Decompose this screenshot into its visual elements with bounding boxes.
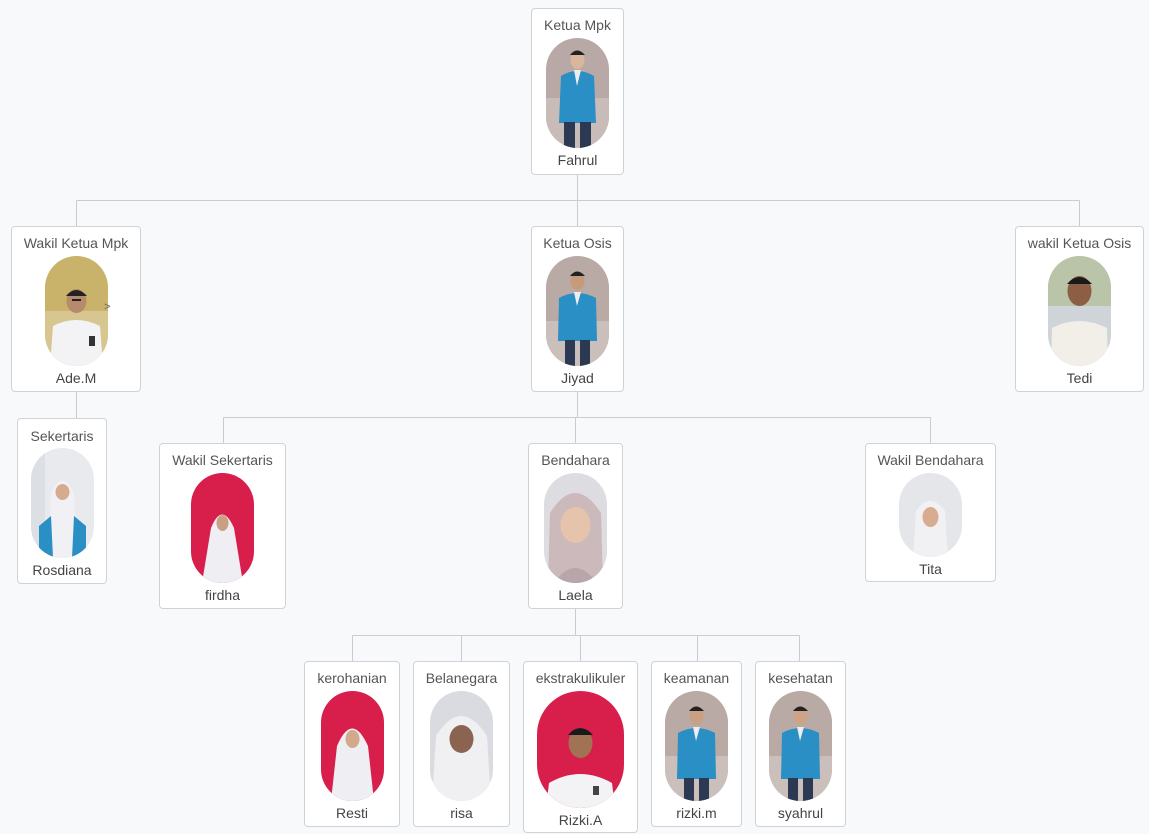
node-wakil-ketua-mpk[interactable]: Wakil Ketua Mpk Ade.M >: [11, 226, 141, 392]
member-name: Tedi: [1066, 370, 1093, 386]
member-name: rizki.m: [676, 805, 717, 821]
member-photo: [665, 691, 728, 801]
node-belanegara[interactable]: Belanegara risa: [413, 661, 510, 827]
node-keamanan[interactable]: keamanan rizki.m: [651, 661, 742, 827]
member-photo: [320, 691, 384, 801]
node-wakil-sekertaris[interactable]: Wakil Sekertaris firdha: [159, 443, 286, 609]
member-photo: [44, 256, 108, 366]
member-name: Tita: [919, 561, 942, 577]
member-name: Laela: [558, 587, 593, 603]
role-label: ekstrakulikuler: [535, 670, 626, 686]
member-photo: [769, 691, 832, 801]
node-kesehatan[interactable]: kesehatan syahrul: [755, 661, 846, 827]
role-label: kerohanian: [317, 670, 387, 686]
member-photo: [546, 256, 609, 366]
member-name: Ade.M: [55, 370, 97, 386]
role-label: wakil Ketua Osis: [1027, 235, 1132, 251]
node-sekertaris[interactable]: Sekertaris Rosdiana: [17, 418, 107, 584]
member-photo: [430, 691, 493, 801]
role-label: Ketua Mpk: [544, 17, 611, 33]
member-photo: [899, 473, 962, 557]
node-wakil-bendahara[interactable]: Wakil Bendahara Tita: [865, 443, 996, 582]
node-kerohanian[interactable]: kerohanian Resti: [304, 661, 400, 827]
member-photo: [537, 691, 624, 808]
role-label: Wakil Ketua Mpk: [23, 235, 129, 251]
member-photo: [1048, 256, 1111, 366]
expand-marker[interactable]: >: [104, 301, 110, 313]
member-photo: [30, 448, 94, 558]
member-name: syahrul: [777, 805, 824, 821]
role-label: keamanan: [663, 670, 730, 686]
role-label: Sekertaris: [30, 428, 94, 444]
member-name: Fahrul: [557, 152, 598, 168]
node-ketua-osis[interactable]: Ketua Osis Jiyad: [531, 226, 624, 392]
role-label: Belanegara: [425, 670, 498, 686]
role-label: Ketua Osis: [543, 235, 612, 251]
member-name: Rizki.A: [558, 812, 603, 828]
node-ketua-mpk[interactable]: Ketua Mpk Fahrul: [531, 8, 624, 175]
node-wakil-ketua-osis[interactable]: wakil Ketua Osis Tedi: [1015, 226, 1144, 392]
role-label: Wakil Sekertaris: [172, 452, 273, 468]
node-bendahara[interactable]: Bendahara Laela: [528, 443, 623, 609]
node-ekstrakulikuler[interactable]: ekstrakulikuler Rizki.A: [523, 661, 638, 833]
role-label: kesehatan: [768, 670, 833, 686]
member-photo: [546, 38, 609, 148]
member-name: Resti: [336, 805, 368, 821]
member-name: firdha: [204, 587, 241, 603]
member-name: Jiyad: [561, 370, 594, 386]
member-photo: [544, 473, 607, 583]
member-name: risa: [450, 805, 473, 821]
member-photo: [191, 473, 254, 583]
member-name: Rosdiana: [32, 562, 92, 578]
role-label: Wakil Bendahara: [877, 452, 984, 468]
role-label: Bendahara: [541, 452, 610, 468]
